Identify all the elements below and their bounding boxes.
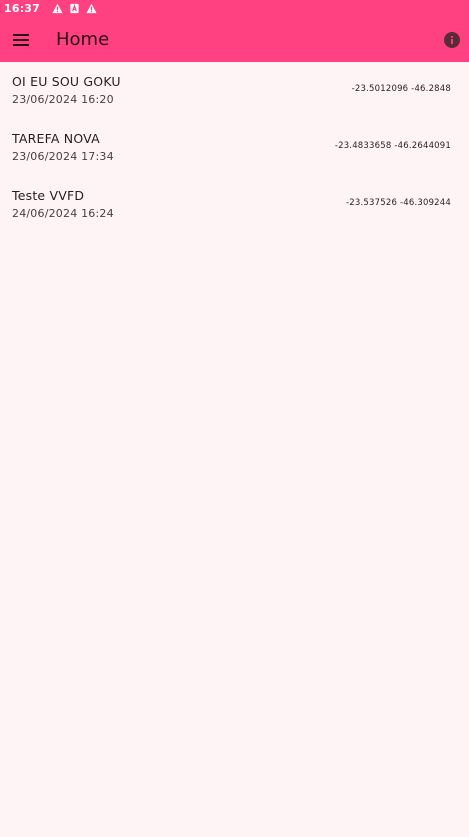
- task-date: 23/06/2024 16:20: [12, 93, 114, 106]
- page-title: Home: [56, 29, 110, 50]
- list-item[interactable]: OI EU SOU GOKU 23/06/2024 16:20 -23.5012…: [0, 62, 469, 119]
- task-list: OI EU SOU GOKU 23/06/2024 16:20 -23.5012…: [0, 62, 469, 233]
- menu-button[interactable]: [0, 17, 42, 62]
- task-coordinates: -23.5012096 -46.2848: [351, 84, 451, 94]
- task-date: 24/06/2024 16:24: [12, 207, 114, 220]
- status-time: 16:37: [4, 2, 41, 15]
- task-coordinates: -23.4833658 -46.2644091: [334, 141, 451, 151]
- info-icon: [443, 31, 460, 48]
- warning-icon: [86, 3, 97, 14]
- task-title: TAREFA NOVA: [12, 131, 100, 146]
- info-button[interactable]: [443, 31, 460, 48]
- list-item[interactable]: TAREFA NOVA 23/06/2024 17:34 -23.4833658…: [0, 119, 469, 176]
- task-date: 23/06/2024 17:34: [12, 150, 114, 163]
- a-badge-icon: [69, 3, 80, 14]
- app-bar: Home: [0, 17, 469, 62]
- task-coordinates: -23.537526 -46.309244: [346, 198, 451, 208]
- menu-icon: [13, 33, 29, 46]
- status-bar: 16:37: [0, 0, 469, 17]
- warning-icon: [52, 3, 63, 14]
- task-title: OI EU SOU GOKU: [12, 74, 121, 89]
- list-item[interactable]: Teste VVFD 24/06/2024 16:24 -23.537526 -…: [0, 176, 469, 233]
- task-title: Teste VVFD: [12, 188, 85, 203]
